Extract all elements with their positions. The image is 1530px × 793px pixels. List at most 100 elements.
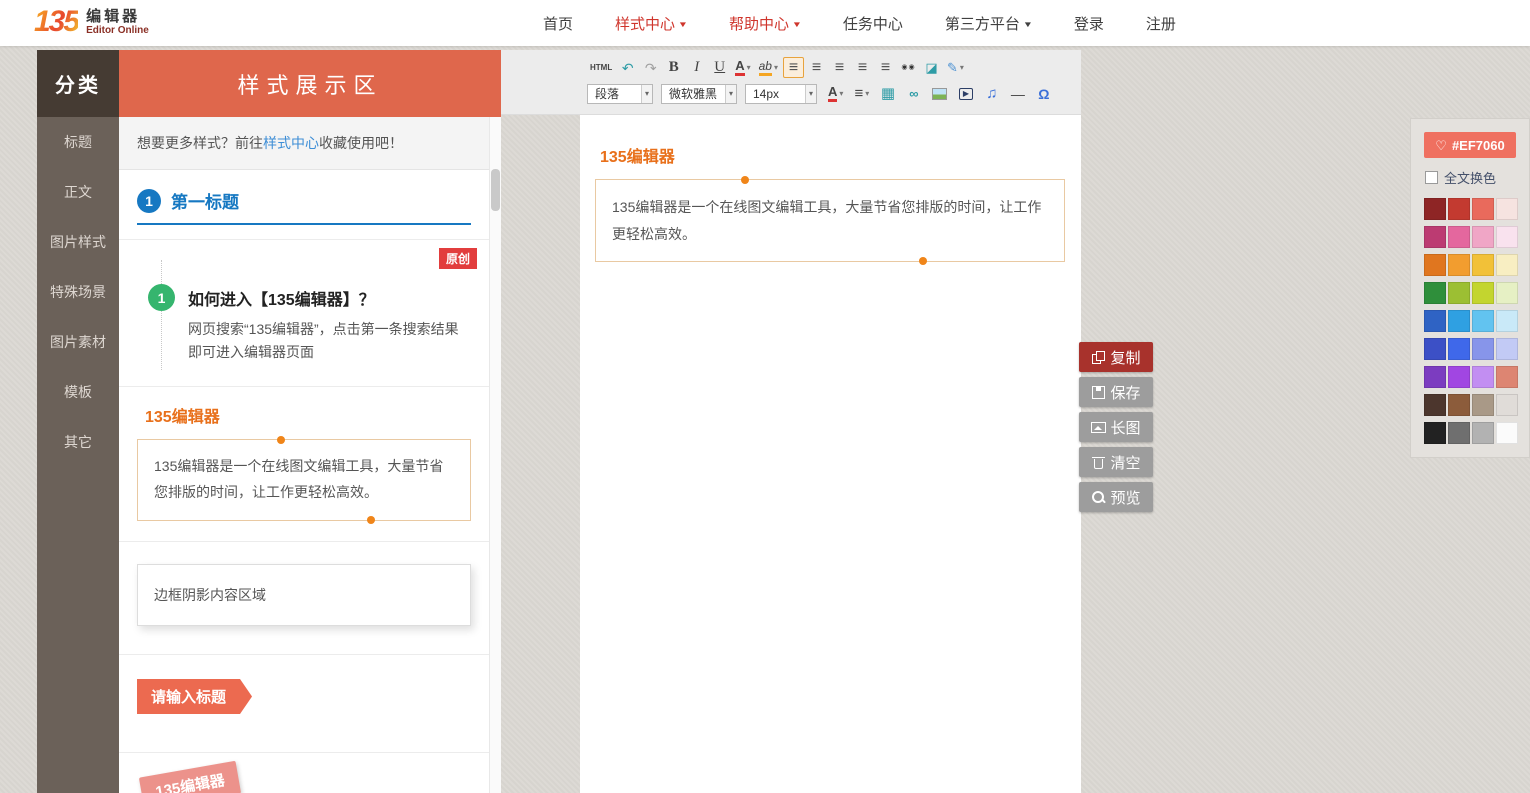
color-swatch[interactable] bbox=[1496, 310, 1518, 332]
scrollbar-thumb[interactable] bbox=[491, 169, 500, 211]
find-replace-icon[interactable]: ◉◉ ▾ bbox=[898, 57, 919, 78]
style-item-dotted-box[interactable]: 135编辑器 135编辑器是一个在线图文编辑工具，大量节省您排版的时间，让工作更… bbox=[119, 387, 489, 542]
color-swatch[interactable] bbox=[1496, 422, 1518, 444]
color-swatch[interactable] bbox=[1496, 198, 1518, 220]
underline-icon[interactable]: U ▾ bbox=[709, 57, 730, 78]
nav-item-task-center[interactable]: 任务中心 ▼ bbox=[843, 13, 903, 34]
sidebar-item-image-style[interactable]: 图片样式 bbox=[37, 217, 119, 267]
color-swatch[interactable] bbox=[1496, 394, 1518, 416]
color-swatch[interactable] bbox=[1424, 226, 1446, 248]
color-swatch[interactable] bbox=[1448, 282, 1470, 304]
redo-icon[interactable]: ↷ ▾ bbox=[640, 57, 661, 78]
style-item-ribbon-title[interactable]: 请输入标题 bbox=[119, 655, 489, 753]
preview-button[interactable]: 预览 bbox=[1079, 482, 1153, 512]
sidebar-item-other[interactable]: 其它 bbox=[37, 417, 119, 467]
save-button[interactable]: 保存 bbox=[1079, 377, 1153, 407]
color-swatch[interactable] bbox=[1472, 394, 1494, 416]
copy-button[interactable]: 复制 bbox=[1079, 342, 1153, 372]
undo-icon[interactable]: ↶ ▾ bbox=[617, 57, 638, 78]
sidebar-item-body-text[interactable]: 正文 bbox=[37, 167, 119, 217]
highlight-color-icon[interactable]: ab ▾ bbox=[756, 57, 781, 78]
color-swatch[interactable] bbox=[1424, 338, 1446, 360]
music-icon[interactable]: ♫ ▾ bbox=[981, 83, 1002, 104]
color-swatch[interactable] bbox=[1496, 366, 1518, 388]
indent-icon[interactable]: ≡ ▾ bbox=[875, 57, 896, 78]
color-swatch[interactable] bbox=[1448, 422, 1470, 444]
color-swatch[interactable] bbox=[1472, 226, 1494, 248]
font-color-icon[interactable]: A ▾ bbox=[732, 57, 753, 78]
font-family-select[interactable]: 微软雅黑 ▾ bbox=[661, 84, 737, 104]
italic-icon[interactable]: I ▾ bbox=[686, 57, 707, 78]
style-item-guide[interactable]: 原创 1 如何进入【135编辑器】？ 网页搜索“135编辑器”，点击第一条搜索结… bbox=[119, 240, 489, 387]
color-swatch[interactable] bbox=[1472, 422, 1494, 444]
clear-button[interactable]: 清空 bbox=[1079, 447, 1153, 477]
logo[interactable]: 135 编辑器 Editor Online bbox=[34, 5, 149, 39]
sidebar-item-label: 特殊场景 bbox=[50, 282, 106, 302]
color-swatch[interactable] bbox=[1448, 366, 1470, 388]
line-height-icon[interactable]: ≡ ▾ bbox=[851, 83, 872, 104]
color-swatch[interactable] bbox=[1424, 282, 1446, 304]
long-image-button[interactable]: 长图 bbox=[1079, 412, 1153, 442]
color-swatch[interactable] bbox=[1472, 338, 1494, 360]
color-swatch[interactable] bbox=[1496, 282, 1518, 304]
nav-item-login[interactable]: 登录 ▼ bbox=[1074, 13, 1104, 34]
justify-icon[interactable]: ≡ ▾ bbox=[852, 57, 873, 78]
color-swatch[interactable] bbox=[1448, 394, 1470, 416]
color-swatch[interactable] bbox=[1448, 198, 1470, 220]
full-text-recolor-toggle[interactable]: 全文换色 bbox=[1425, 168, 1515, 187]
nav-item-home[interactable]: 首页 ▼ bbox=[543, 13, 573, 34]
sidebar-item-special-scene[interactable]: 特殊场景 bbox=[37, 267, 119, 317]
color-swatch[interactable] bbox=[1424, 198, 1446, 220]
link-icon[interactable]: ∞ ▾ bbox=[903, 83, 924, 104]
color-swatch[interactable] bbox=[1424, 394, 1446, 416]
align-center-icon[interactable]: ≡ ▾ bbox=[806, 57, 827, 78]
sidebar-item-template[interactable]: 模板 bbox=[37, 367, 119, 417]
color-swatch[interactable] bbox=[1448, 338, 1470, 360]
color-swatch[interactable] bbox=[1448, 310, 1470, 332]
text-color-icon[interactable]: A ▾ bbox=[825, 83, 846, 104]
editor-canvas[interactable]: 135编辑器 135编辑器是一个在线图文编辑工具，大量节省您排版的时间，让工作更… bbox=[580, 115, 1081, 793]
bold-icon[interactable]: B ▾ bbox=[663, 57, 684, 78]
style-panel-scrollbar[interactable] bbox=[489, 117, 501, 793]
special-char-icon[interactable]: Ω ▾ bbox=[1033, 83, 1054, 104]
color-swatch[interactable] bbox=[1424, 366, 1446, 388]
color-swatch[interactable] bbox=[1424, 254, 1446, 276]
color-swatch[interactable] bbox=[1472, 254, 1494, 276]
horizontal-rule-icon[interactable]: — ▾ bbox=[1007, 83, 1028, 104]
nav-item-register[interactable]: 注册 ▼ bbox=[1146, 13, 1176, 34]
color-swatch[interactable] bbox=[1448, 226, 1470, 248]
color-swatch[interactable] bbox=[1472, 366, 1494, 388]
insert-image-icon[interactable]: ▾ bbox=[929, 83, 950, 104]
nav-item-style-center[interactable]: 样式中心 ▼ bbox=[615, 13, 687, 34]
full-text-recolor-checkbox[interactable] bbox=[1425, 171, 1438, 184]
font-size-select[interactable]: 14px ▾ bbox=[745, 84, 817, 104]
style-item-heading1[interactable]: 1 第一标题 bbox=[119, 170, 489, 240]
toolbar-icon-glyph: ↷ bbox=[645, 61, 657, 75]
style-item-shadow-box[interactable]: 边框阴影内容区域 bbox=[119, 542, 489, 655]
video-icon[interactable]: ▶ ▾ bbox=[955, 83, 976, 104]
color-swatch[interactable] bbox=[1496, 254, 1518, 276]
eraser-icon[interactable]: ◪ ▾ bbox=[921, 57, 942, 78]
paragraph-select[interactable]: 段落 ▾ bbox=[587, 84, 653, 104]
sidebar-item-title[interactable]: 标题 bbox=[37, 117, 119, 167]
color-swatch[interactable] bbox=[1448, 254, 1470, 276]
style-item-pink-card[interactable]: 135编辑器 135编辑器提供非常好用的微信图文编辑器。可以随心所欲的变换颜色调… bbox=[119, 753, 489, 793]
nav-item-help-center[interactable]: 帮助中心 ▼ bbox=[729, 13, 801, 34]
align-left-icon[interactable]: ≡ ▾ bbox=[783, 57, 804, 78]
sidebar-item-image-material[interactable]: 图片素材 bbox=[37, 317, 119, 367]
format-brush-icon[interactable]: ✎ ▾ bbox=[944, 57, 967, 78]
color-swatch[interactable] bbox=[1424, 310, 1446, 332]
align-right-icon[interactable]: ≡ ▾ bbox=[829, 57, 850, 78]
color-swatch[interactable] bbox=[1496, 226, 1518, 248]
color-swatch[interactable] bbox=[1472, 198, 1494, 220]
color-swatch[interactable] bbox=[1424, 422, 1446, 444]
color-swatch[interactable] bbox=[1472, 310, 1494, 332]
html-source-icon[interactable]: HTML ▾ bbox=[587, 57, 615, 78]
save-icon bbox=[1091, 385, 1106, 400]
table-icon[interactable]: ▦ ▾ bbox=[877, 83, 898, 104]
nav-item-third-party[interactable]: 第三方平台 ▼ bbox=[945, 13, 1032, 34]
current-color-button[interactable]: ♡ #EF7060 bbox=[1424, 132, 1516, 158]
style-center-link[interactable]: 样式中心 bbox=[263, 135, 319, 151]
color-swatch[interactable] bbox=[1496, 338, 1518, 360]
color-swatch[interactable] bbox=[1472, 282, 1494, 304]
